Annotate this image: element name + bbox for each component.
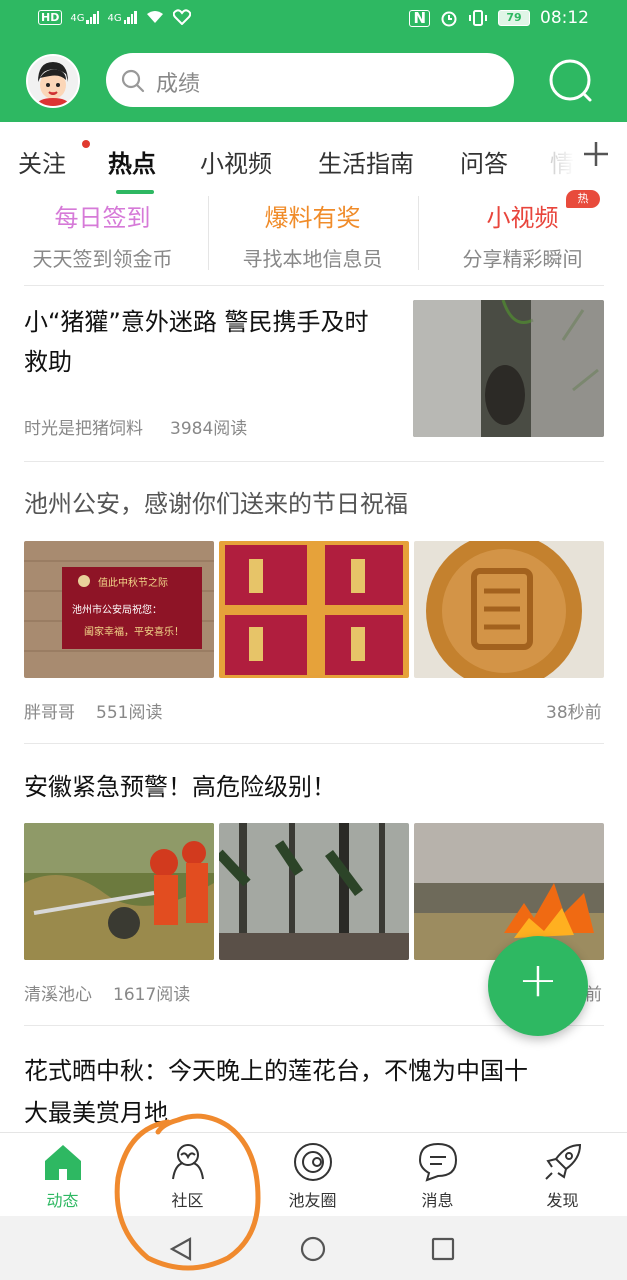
nav-item-messages[interactable]: 消息 [375,1133,500,1217]
article-1-source[interactable]: 时光是把猪饲料 [24,414,143,439]
avatar-cartoon-icon [28,56,78,106]
rocket-icon [545,1143,582,1180]
nav-item-community[interactable]: 社区 [125,1133,250,1217]
card-text-3: 阖家幸福，平安喜乐！ [84,625,184,638]
article-3-title[interactable]: 安徽紧急预警！高危险级别！ [24,767,604,807]
message-icon [418,1142,458,1182]
tab-hot[interactable]: 热点 [108,144,156,179]
article-3-image-3[interactable] [414,823,604,960]
tab-follow[interactable]: 关注 [18,144,66,179]
category-tabs: 关注 热点 小视频 生活指南 问答 情 [0,122,627,196]
alarm-icon [441,11,457,27]
back-icon[interactable] [168,1236,194,1262]
article-1-reads: 3984阅读 [170,419,248,439]
home-icon [45,1145,81,1180]
vibrate-icon [469,10,487,26]
status-bar: HD 4G 4G N 79 08:12 [0,0,627,38]
add-tab-icon[interactable] [582,140,610,168]
tab-life-guide[interactable]: 生活指南 [318,144,414,179]
search-bar[interactable]: 成绩 [106,53,514,107]
article-2-reads: 551阅读 [96,703,163,723]
article-2-time: 38秒前 [546,703,602,723]
signal-icon-2: 4G [107,10,137,24]
article-3-image-1[interactable] [24,823,214,960]
active-tab-indicator [116,190,154,194]
feature-daily-checkin[interactable]: 每日签到 天天签到领金币 [0,196,205,272]
article-3-source[interactable]: 清溪池心 [24,980,92,1005]
article-2-image-1[interactable]: 值此中秋节之际 池州市公安局祝您： 阖家幸福，平安喜乐！ [24,541,214,678]
planet-icon [294,1143,332,1181]
article-2-image-3[interactable] [414,541,604,678]
search-placeholder: 成绩 [156,72,201,97]
avatar[interactable] [26,54,80,108]
article-2-source[interactable]: 胖哥哥 [24,698,75,723]
unread-dot [82,140,90,148]
search-icon [121,69,145,93]
signal-icon-1: 4G [70,10,100,24]
recents-icon[interactable] [431,1237,455,1261]
publish-fab-button[interactable]: + [488,936,588,1036]
nav-item-discover[interactable]: 发现 [500,1133,625,1217]
article-4-title[interactable]: 花式晒中秋：今天晚上的莲花台，不愧为中国十 大最美赏月地 [24,1050,604,1132]
article-3-image-2[interactable] [219,823,409,960]
nav-item-friends-circle[interactable]: 池友圈 [250,1133,375,1217]
search-circle-icon[interactable] [548,58,594,104]
nav-item-dynamic[interactable]: 动态 [0,1133,125,1217]
home-button-icon[interactable] [300,1236,326,1262]
bottom-nav: 动态 社区 池友圈 消息 发现 [0,1132,627,1216]
tab-qa[interactable]: 问答 [460,144,508,179]
battery-icon: 79 [498,10,530,26]
clock: 08:12 [540,8,589,28]
article-2-image-2[interactable] [219,541,409,678]
hd-indicator: HD [38,9,63,25]
system-nav-bar [0,1216,627,1280]
article-2-title[interactable]: 池州公安，感谢你们送来的节日祝福 [24,484,604,524]
article-1-title[interactable]: 小“猪獾”意外迷路 警民携手及时 救助 [24,302,404,382]
card-text-1: 值此中秋节之际 [98,576,168,589]
card-text-2: 池州市公安局祝您： [72,603,162,616]
top-header: 成绩 [0,38,627,122]
hot-badge: 热 [566,190,600,208]
feature-strip: 每日签到 天天签到领金币 爆料有奖 寻找本地信息员 小视频 分享精彩瞬间 热 [0,190,627,286]
article-1-thumbnail[interactable] [413,300,604,437]
community-icon [172,1144,204,1180]
feature-tip-reward[interactable]: 爆料有奖 寻找本地信息员 [210,196,415,272]
nfc-icon: N [409,9,430,27]
article-3-reads: 1617阅读 [113,985,191,1005]
tab-short-video[interactable]: 小视频 [200,144,272,179]
wifi-icon [146,11,163,23]
heart-rate-icon [172,9,191,25]
